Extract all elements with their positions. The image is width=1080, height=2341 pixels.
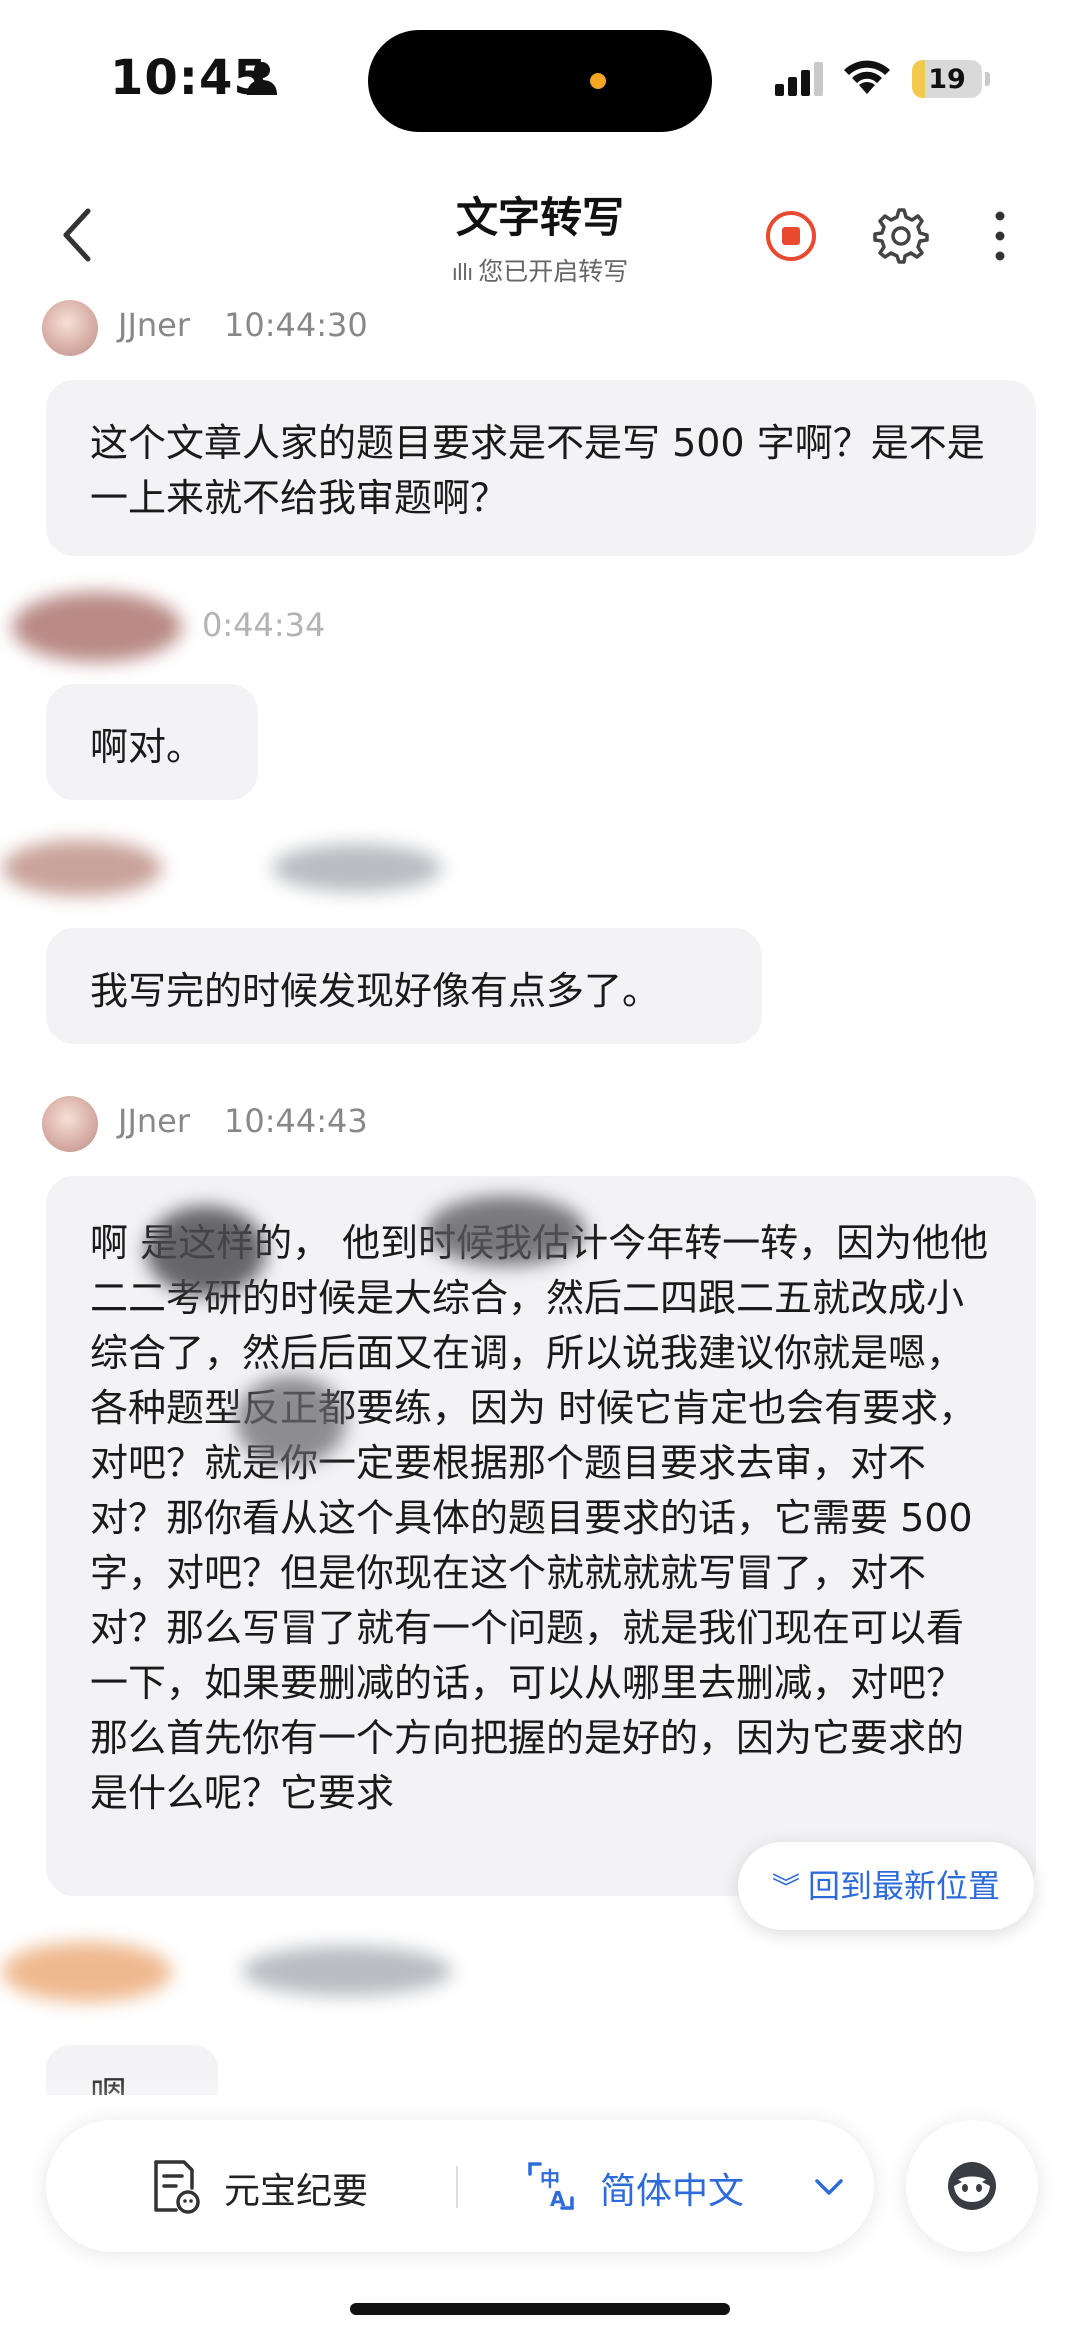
transcript-bubble[interactable]: 这个文章人家的题目要求是不是写 500 字啊？是不是一上来就不给我审题啊？ xyxy=(46,380,1036,556)
speaker-name: JJner xyxy=(118,306,190,344)
transcript-bubble[interactable]: 啊对。 xyxy=(46,684,258,800)
toolbar-divider xyxy=(456,2166,458,2208)
transcript-bubble[interactable]: 啊 是这样的， 他到时候我估计今年转一转，因为他他二二考研的时候是大综合，然后二… xyxy=(46,1176,1036,1896)
translate-icon: 中 A xyxy=(528,2162,574,2211)
dynamic-island xyxy=(368,30,712,132)
status-bar: 10:45 19 xyxy=(0,0,1080,160)
blurred-avatar xyxy=(2,840,162,896)
home-indicator xyxy=(350,2303,730,2315)
language-label: 简体中文 xyxy=(600,2171,745,2212)
scroll-to-latest-label: 回到最新位置 xyxy=(808,1867,1001,1905)
wifi-icon xyxy=(844,60,890,94)
document-summary-icon xyxy=(154,2160,200,2214)
redaction-blur xyxy=(426,1196,586,1266)
blurred-name xyxy=(272,844,442,892)
more-icon[interactable] xyxy=(985,208,1015,264)
battery-percent: 19 xyxy=(928,64,966,95)
avatar xyxy=(42,300,98,356)
page-title: 文字转写 xyxy=(455,193,624,242)
speaker-time: 10:44:30 xyxy=(224,306,368,344)
assistant-button[interactable] xyxy=(906,2120,1038,2252)
language-select[interactable]: 中 A 简体中文 xyxy=(526,2154,846,2218)
transcribing-status: ıllı 您已开启转写 xyxy=(340,252,740,288)
speaker-time: 0:44:34 xyxy=(202,606,326,644)
battery-icon: 19 xyxy=(912,60,982,98)
speaker-row xyxy=(2,840,442,902)
assistant-bot-icon xyxy=(948,2162,996,2210)
speaker-row: 0:44:34 xyxy=(12,592,442,662)
scroll-to-latest-button[interactable]: ︾ 回到最新位置 xyxy=(738,1842,1034,1930)
battery-cap xyxy=(985,72,990,86)
blurred-name xyxy=(242,1946,452,1996)
audio-wave-icon: ıllı xyxy=(451,261,473,286)
redaction-blur xyxy=(236,1376,346,1466)
mic-indicator-dot xyxy=(590,73,606,89)
blurred-avatar xyxy=(12,592,182,662)
gear-icon[interactable] xyxy=(873,208,929,264)
person-icon xyxy=(247,62,277,95)
header: 文字转写 ıllı 您已开启转写 xyxy=(0,170,1080,300)
signal-icon xyxy=(775,62,823,96)
avatar xyxy=(42,1096,98,1152)
record-stop-icon[interactable] xyxy=(765,210,817,262)
speaker-row: JJner 10:44:30 xyxy=(42,300,402,356)
redaction-blur xyxy=(146,1206,266,1296)
speaker-row xyxy=(2,1942,462,2006)
svg-text:A: A xyxy=(550,2187,566,2211)
summary-label: 元宝纪要 xyxy=(224,2171,369,2212)
back-icon[interactable] xyxy=(58,205,98,265)
speaker-name: JJner xyxy=(118,1102,190,1140)
double-chevron-down-icon: ︾ xyxy=(771,1871,800,1904)
transcript-bubble[interactable]: 我写完的时候发现好像有点多了。 xyxy=(46,928,762,1044)
bottom-toolbar: 元宝纪要 中 A 简体中文 xyxy=(46,2120,874,2252)
transcript-text: 啊 是这样的， 他到时候我估计今年转一转，因为他他二二考研的时候是大综合，然后二… xyxy=(90,1221,989,1815)
status-time: 10:45 xyxy=(110,50,268,106)
blurred-avatar xyxy=(2,1942,172,2002)
chevron-down-icon xyxy=(815,2179,843,2195)
speaker-row: JJner 10:44:43 xyxy=(42,1096,402,1152)
speaker-time: 10:44:43 xyxy=(224,1102,368,1140)
transcribing-status-text: 您已开启转写 xyxy=(478,257,629,286)
